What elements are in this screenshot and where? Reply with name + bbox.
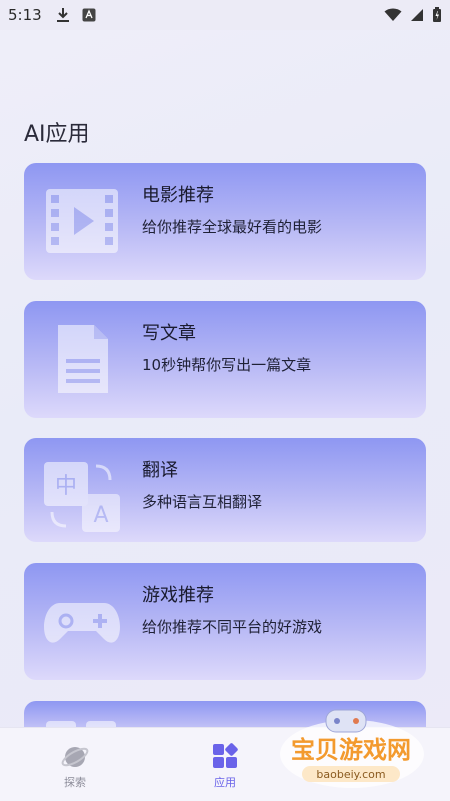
card-movie-recommendation[interactable]: 电影推荐 给你推荐全球最好看的电影 (24, 163, 426, 280)
apps-icon (213, 743, 238, 768)
nav-item-apps[interactable]: 应用 (190, 728, 260, 801)
card-write-article[interactable]: 写文章 10秒钟帮你写出一篇文章 (24, 301, 426, 418)
status-left-icons (56, 7, 96, 23)
nav-label-apps: 应用 (214, 776, 236, 789)
watermark-graphic: 宝贝游戏网 baobeiy.com (280, 709, 424, 788)
svg-text:中: 中 (55, 474, 77, 499)
planet-icon (61, 747, 89, 767)
page-title: AI应用 (24, 122, 90, 147)
card-game-recommendation[interactable]: 游戏推荐 给你推荐不同平台的好游戏 (24, 563, 426, 680)
gamepad-mascot-icon (325, 709, 367, 733)
card-title: 翻译 (142, 460, 178, 481)
status-bar: 5:13 (0, 0, 450, 30)
battery-icon (433, 7, 441, 22)
download-icon (57, 8, 69, 22)
translate-icon: 中 A (44, 462, 120, 532)
gamepad-icon (44, 603, 120, 643)
film-icon (46, 189, 118, 253)
card-description: 多种语言互相翻译 (142, 493, 263, 511)
nav-item-explore[interactable]: 探索 (40, 728, 110, 801)
status-right-icons (384, 7, 442, 23)
signal-icon (411, 9, 423, 21)
status-time: 5:13 (8, 6, 42, 24)
watermark-text: 宝贝游戏网 (291, 736, 411, 764)
nav-label-explore: 探索 (64, 776, 86, 789)
wifi-icon (384, 8, 402, 21)
card-description: 给你推荐不同平台的好游戏 (142, 618, 323, 636)
card-title: 电影推荐 (142, 185, 214, 206)
card-description: 给你推荐全球最好看的电影 (142, 218, 323, 236)
card-title: 游戏推荐 (142, 585, 214, 606)
app-notification-icon (82, 8, 96, 22)
card-title: 写文章 (142, 323, 196, 344)
document-icon (58, 325, 108, 393)
card-description: 10秒钟帮你写出一篇文章 (142, 356, 312, 374)
watermark-url: baobeiy.com (316, 768, 385, 781)
card-translate[interactable]: 中 A 翻译 多种语言互相翻译 (24, 438, 426, 542)
watermark-logo: 宝贝游戏网 baobeiy.com (276, 704, 426, 792)
svg-text:A: A (93, 503, 108, 528)
